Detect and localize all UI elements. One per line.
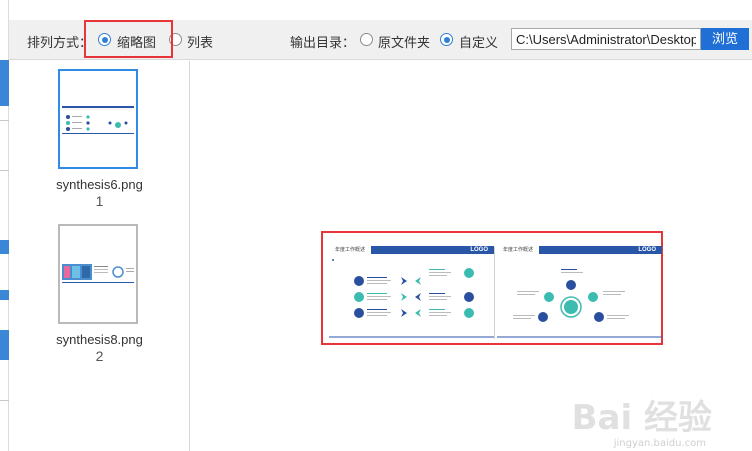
toolbar: 排列方式： 缩略图 列表 输出目录： 原文件夹 自定义 浏览: [9, 20, 752, 60]
output-custom-label[interactable]: 自定义: [459, 32, 498, 51]
thumbnail-option-highlight: [84, 20, 173, 58]
preview-slide-right: 年度工作概述 LOGO: [497, 239, 662, 339]
thumbnail-image[interactable]: [58, 224, 138, 324]
output-path-input[interactable]: [511, 28, 701, 50]
output-original-label[interactable]: 原文件夹: [378, 32, 430, 51]
output-custom-radio[interactable]: [440, 33, 453, 46]
browse-button[interactable]: 浏览: [701, 28, 749, 50]
thumbnail-filename: synthesis6.png: [56, 177, 143, 192]
slide-title: 年度工作概述: [335, 247, 366, 253]
slide-content-graphic: [497, 269, 662, 338]
output-original-radio[interactable]: [360, 33, 373, 46]
baidu-watermark-logo: Bai 经验: [571, 398, 712, 438]
thumbnail-index: 2: [95, 348, 104, 364]
preview-slide-left: 年度工作概述 LOGO: [329, 239, 494, 339]
thumbnail-preview-graphic: [60, 71, 136, 167]
slide-title: 年度工作概述: [503, 247, 534, 253]
thumbnail-image-selected[interactable]: [58, 69, 138, 169]
baidu-watermark-url: jingyan.baidu.com: [613, 438, 706, 449]
slide-logo-bar: LOGO: [371, 246, 494, 254]
output-dir-label: 输出目录：: [290, 35, 356, 50]
thumbnail-index: 1: [95, 193, 104, 209]
preview-area: 年度工作概述 LOGO 年度工作概述 LOGO Bai 经验 jingyan.b…: [190, 61, 752, 451]
thumbnail-filename: synthesis8.png: [56, 332, 143, 347]
thumbnail-preview-graphic: [60, 226, 136, 322]
slide-divider: [494, 247, 495, 339]
sort-list-label[interactable]: 列表: [187, 32, 213, 51]
preview-image-highlight: 年度工作概述 LOGO 年度工作概述 LOGO: [321, 231, 663, 345]
slide-content-graphic: [329, 259, 494, 338]
sort-mode-label: 排列方式：: [27, 35, 93, 50]
slide-logo-bar: LOGO: [539, 246, 662, 254]
left-window-edge: [0, 0, 9, 451]
thumbnail-panel[interactable]: synthesis6.png 1 synthesis8.png 2: [9, 61, 190, 451]
